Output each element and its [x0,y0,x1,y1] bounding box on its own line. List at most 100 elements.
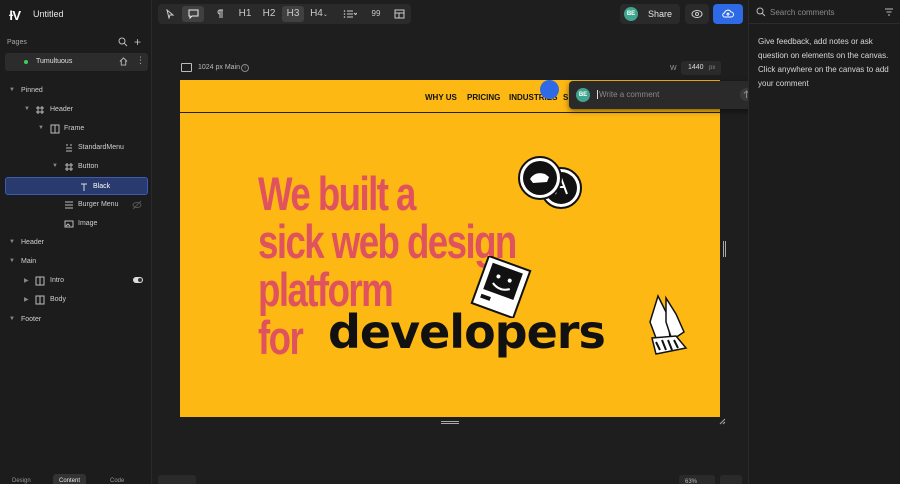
h2-button[interactable]: H2 [258,6,280,22]
add-page-icon[interactable]: + [134,35,141,49]
chevron-down-icon[interactable]: ▼ [9,316,15,322]
tree-label: Pinned [21,87,43,94]
tab-design[interactable]: Design [6,474,37,484]
editor-toolbar: H1 H2 H3 H4⌄ 99 [158,4,411,24]
select-tool-button[interactable] [160,6,180,22]
cloud-upload-icon [722,9,734,18]
visibility-toggle[interactable] [133,277,143,283]
tree-label: Image [78,220,98,227]
h4-dropdown-button[interactable]: H4⌄ [306,6,332,22]
hero-word-developers[interactable]: developers [328,305,606,359]
comment-icon [188,9,198,20]
chevron-right-icon[interactable]: ▶ [24,277,29,284]
blockquote-button[interactable]: 99 [366,6,386,22]
cursor-icon [166,8,175,20]
burger-icon [65,201,73,209]
nav-link-why-us[interactable]: WHY US [425,93,457,102]
left-sidebar: ɫV Untitled Pages + Tumultuous ⋮ ▼ Pinne… [0,0,152,484]
tree-item-button[interactable]: ▼ Button [0,158,152,176]
share-label: Share [648,9,673,19]
coins-sticker-icon [518,156,582,209]
tab-code[interactable]: Code [104,474,130,484]
tree-label: Header [50,106,73,113]
tree-label: Footer [21,316,42,323]
frame-icon [65,163,73,171]
frame-resize-handle-right[interactable] [723,241,726,257]
site-frame[interactable]: WHY US PRICING INDUSTRIES S We built a s… [180,80,720,417]
tree-item-burger-menu[interactable]: Burger Menu [0,196,152,214]
tree-label: Black [93,183,111,190]
tree-item-image[interactable]: Image [0,215,152,233]
paragraph-button[interactable] [210,6,230,22]
active-page-dot [24,60,28,64]
document-title[interactable]: Untitled [33,9,64,19]
comments-search[interactable]: Search comments [749,0,900,24]
comment-cursor-marker [540,80,559,99]
chevron-down-icon[interactable]: ▼ [9,258,15,264]
h3-button[interactable]: H3 [282,6,304,22]
comments-help-text: Give feedback, add notes or ask question… [758,37,889,88]
device-preview-button[interactable] [158,475,196,484]
refresh-button[interactable] [720,475,742,484]
tree-item-header[interactable]: ▼ Header [0,101,152,119]
hero-line-1[interactable]: We built a [258,166,416,221]
page-menu-icon[interactable]: ⋮ [136,55,145,66]
table-button[interactable] [389,6,409,22]
search-icon [756,7,766,17]
eye-icon [691,10,703,18]
app-logo[interactable]: ɫV [9,8,21,23]
tree-group-header[interactable]: ▼ Header [0,234,152,252]
tree-item-standardmenu[interactable]: StandardMenu [0,139,152,157]
tree-label: Main [21,258,37,265]
list-dropdown-button[interactable] [338,6,362,22]
share-button[interactable]: BE Share [620,4,680,24]
page-item-tumultuous[interactable]: Tumultuous ⋮ [5,53,148,71]
chevron-down-icon[interactable]: ▼ [9,87,15,93]
breakpoint-icon [181,63,192,72]
tree-group-pinned[interactable]: ▼ Pinned [0,82,152,100]
tree-label: Body [50,296,66,303]
table-icon [394,9,404,19]
list-icon [343,10,358,18]
nav-link-pricing[interactable]: PRICING [467,93,500,102]
home-icon [119,57,128,66]
tree-item-black[interactable]: Black [5,177,148,195]
frame-resize-handle-bottom[interactable] [441,421,459,424]
avatar: BE [624,7,638,21]
chevron-down-icon[interactable]: ▼ [24,106,30,112]
search-comments-input[interactable]: Search comments [770,8,834,17]
tree-group-main[interactable]: ▼ Main [0,253,152,271]
tree-label: Burger Menu [78,201,119,208]
width-unit: px [709,65,716,71]
image-icon [64,220,74,228]
tree-group-footer[interactable]: ▼ Footer [0,311,152,329]
h1-button[interactable]: H1 [234,6,256,22]
praying-hands-sticker-icon [649,293,688,355]
tree-label: StandardMenu [78,144,124,151]
tree-label: Button [78,163,99,170]
tab-content[interactable]: Content [53,474,87,484]
tree-item-frame[interactable]: ▼ Frame [0,120,152,138]
chevron-down-icon[interactable]: ▼ [52,163,58,169]
sidebar-bottom-tabs: Design Content Code [0,472,152,484]
component-icon [66,144,72,152]
eye-off-icon[interactable] [132,200,142,210]
chevron-down-icon[interactable]: ▼ [9,239,15,245]
tree-item-body[interactable]: ▶ Body [0,291,152,309]
filter-icon[interactable] [884,7,894,17]
info-icon[interactable]: i [241,64,249,72]
comment-input[interactable]: Write a comment [597,90,659,99]
zoom-dropdown[interactable]: 63% [679,475,715,484]
chevron-right-icon[interactable]: ▶ [24,296,29,303]
resize-corner-icon[interactable] [719,418,726,425]
publish-button[interactable] [713,4,743,24]
comment-tool-button[interactable] [182,6,204,22]
nav-link-s[interactable]: S [563,93,568,102]
chevron-down-icon: ⌄ [322,12,328,18]
tree-item-intro[interactable]: ▶ Intro [0,272,152,290]
search-icon[interactable] [118,37,128,47]
comments-panel: Search comments Give feedback, add notes… [748,0,900,484]
chevron-down-icon[interactable]: ▼ [38,125,44,131]
preview-button[interactable] [685,4,709,24]
hero-line-4[interactable]: for [258,310,304,365]
